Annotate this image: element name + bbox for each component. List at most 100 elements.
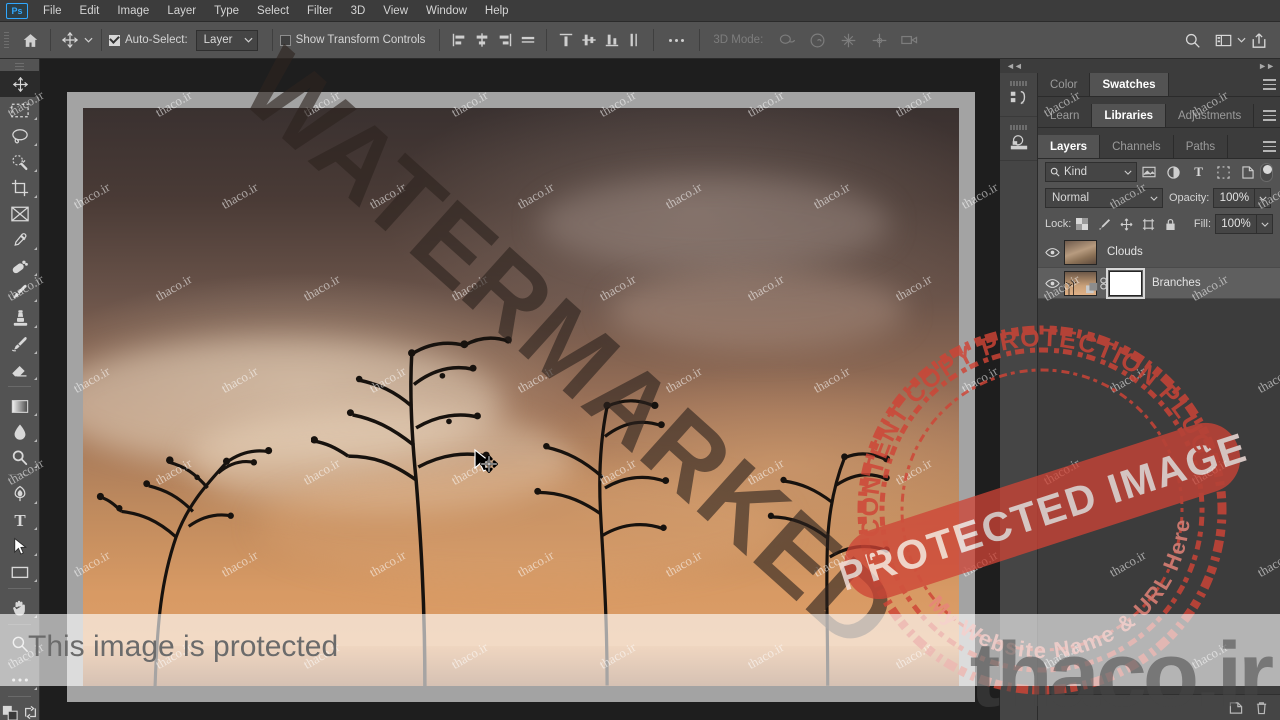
menu-item-layer[interactable]: Layer [158,0,205,22]
layer-mask-thumbnail[interactable] [1106,267,1145,299]
object-selection-tool[interactable] [0,149,40,175]
fill-input[interactable]: 100% [1215,214,1257,234]
lock-artboard-nesting-icon[interactable] [1137,214,1159,234]
tab-libraries[interactable]: Libraries [1092,104,1166,127]
zoom-tool[interactable] [0,631,40,657]
tool-flyout-triangle[interactable] [31,687,37,690]
tool-preset-chevron-down-icon[interactable] [82,30,94,50]
tool-flyout-triangle[interactable] [31,247,37,250]
tab-swatches[interactable]: Swatches [1090,73,1169,96]
menu-item-type[interactable]: Type [205,0,248,22]
filter-enable-toggle[interactable] [1260,162,1273,182]
filter-shape-icon[interactable] [1211,161,1236,183]
dodge-tool[interactable] [0,445,40,471]
tab-layers[interactable]: Layers [1038,135,1101,158]
hand-tool[interactable] [0,595,40,621]
roll-3d-icon[interactable] [806,29,829,52]
properties-panel-icon[interactable] [1000,117,1037,161]
align-right-edges-icon[interactable] [493,29,516,52]
auto-select-scope-dropdown[interactable]: Layer [195,29,258,51]
options-bar-gripper[interactable] [2,27,11,53]
layers-list[interactable]: Clouds Branches [1038,237,1280,299]
menu-item-window[interactable]: Window [417,0,476,22]
share-icon[interactable] [1247,29,1270,52]
tool-flyout-triangle[interactable] [31,615,37,618]
menu-item-file[interactable]: File [34,0,71,22]
menu-item-select[interactable]: Select [248,0,298,22]
panel-menu-icon[interactable] [1258,135,1280,158]
tool-flyout-triangle[interactable] [31,195,37,198]
default-foreground-background-icon[interactable] [2,705,18,720]
lock-position-icon[interactable] [1115,214,1137,234]
filter-adjustment-icon[interactable] [1162,161,1187,183]
new-layer-icon[interactable] [1225,697,1247,719]
tab-channels[interactable]: Channels [1100,135,1174,158]
align-vertical-centers-icon[interactable] [577,29,600,52]
layer-name[interactable]: Branches [1152,277,1201,289]
tab-paths[interactable]: Paths [1173,135,1229,158]
fill-chevron-down-icon[interactable] [1257,214,1273,234]
tool-flyout-triangle[interactable] [31,325,37,328]
history-brush-tool[interactable] [0,331,40,357]
filter-pixel-icon[interactable] [1137,161,1162,183]
edit-toolbar[interactable] [0,667,40,693]
path-selection-tool[interactable] [0,533,40,559]
distribute-horizontal-icon[interactable] [516,29,539,52]
move-tool[interactable] [0,71,40,97]
pen-tool[interactable] [0,481,40,507]
lock-all-icon[interactable] [1159,214,1181,234]
gradient-tool[interactable] [0,393,40,419]
panel-menu-icon[interactable] [1258,104,1280,127]
tool-flyout-triangle[interactable] [31,117,37,120]
workspace-icon[interactable] [1212,29,1235,52]
panel-menu-icon[interactable] [1258,73,1280,96]
type-tool[interactable]: T [0,507,40,533]
clone-stamp-tool[interactable] [0,305,40,331]
collapse-panels-icon[interactable]: ◄◄ [1006,61,1023,71]
canvas-area[interactable] [40,59,1000,720]
menu-item-edit[interactable]: Edit [71,0,109,22]
rotate-3d-icon[interactable] [775,29,798,52]
delete-layer-icon[interactable] [1250,697,1272,719]
layer-row[interactable]: Clouds [1038,237,1280,268]
show-transform-controls-checkbox[interactable]: Show Transform Controls [279,34,425,46]
lasso-tool[interactable] [0,123,40,149]
marquee-tool[interactable] [0,97,40,123]
layer-visibility-eye-icon[interactable] [1040,247,1064,258]
menu-item-filter[interactable]: Filter [298,0,342,22]
tool-flyout-triangle[interactable] [31,579,37,582]
layer-filter-kind-dropdown[interactable]: Kind [1045,162,1137,182]
frame-tool[interactable] [0,201,40,227]
filter-smart-object-icon[interactable] [1236,161,1261,183]
layer-visibility-eye-icon[interactable] [1040,278,1064,289]
tool-flyout-triangle[interactable] [31,273,37,276]
document-image[interactable] [83,108,959,686]
tool-flyout-triangle[interactable] [31,465,37,468]
tool-flyout-triangle[interactable] [31,527,37,530]
home-icon[interactable] [17,27,43,53]
scale-3d-camera-icon[interactable] [899,29,922,52]
lock-transparent-pixels-icon[interactable] [1071,214,1093,234]
tool-flyout-triangle[interactable] [31,501,37,504]
eyedropper-tool[interactable] [0,227,40,253]
brush-tool[interactable] [0,279,40,305]
toolbar-gripper[interactable] [0,59,39,71]
tool-flyout-triangle[interactable] [31,377,37,380]
search-icon[interactable] [1181,29,1204,52]
menu-item-3d[interactable]: 3D [342,0,375,22]
shape-tool[interactable] [0,559,40,585]
menu-item-help[interactable]: Help [476,0,518,22]
blur-tool[interactable] [0,419,40,445]
tool-flyout-triangle[interactable] [31,439,37,442]
lock-image-pixels-icon[interactable] [1093,214,1115,234]
show-transform-checkbox-box[interactable] [279,34,291,46]
tool-flyout-triangle[interactable] [31,413,37,416]
more-options-icon[interactable] [661,38,692,42]
workspace-chevron-down-icon[interactable] [1235,30,1247,50]
slide-3d-icon[interactable] [868,29,891,52]
layer-name[interactable]: Clouds [1107,246,1143,258]
menu-item-image[interactable]: Image [108,0,158,22]
crop-tool[interactable] [0,175,40,201]
tab-adjustments[interactable]: Adjustments [1166,104,1255,127]
auto-select-checkbox[interactable]: Auto-Select: [109,34,188,46]
